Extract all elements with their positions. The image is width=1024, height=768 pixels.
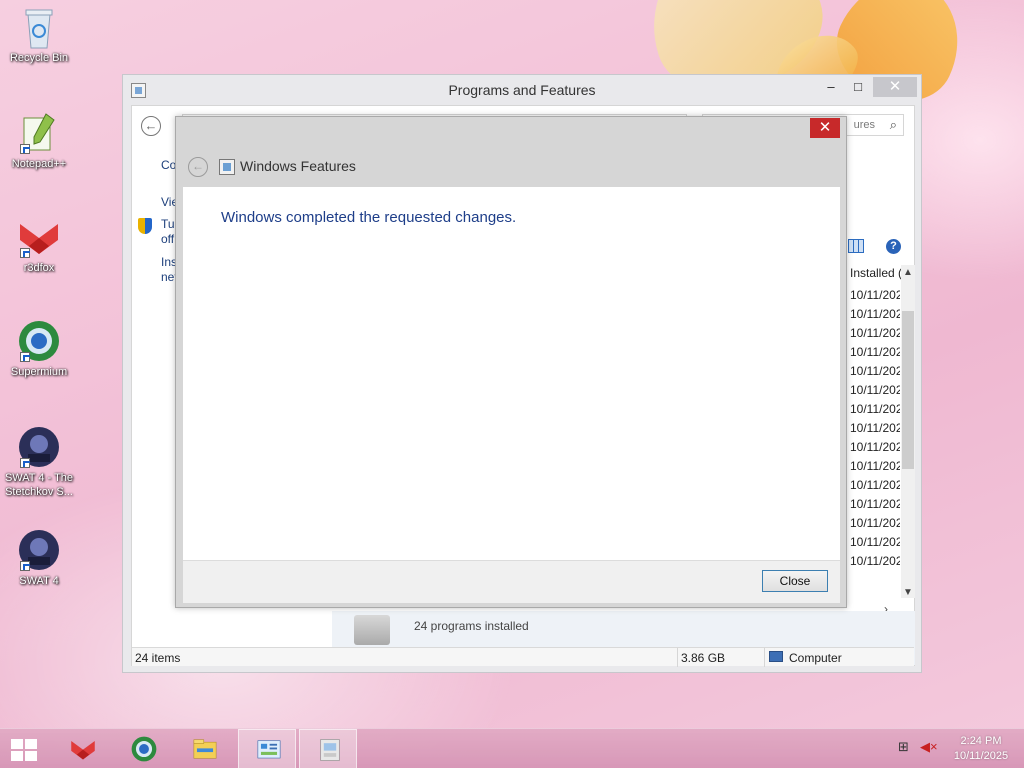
installed-on-cell[interactable]: 10/11/2025 — [850, 400, 900, 419]
programs-installed-count: 24 programs installed — [414, 619, 529, 633]
installed-on-cell[interactable]: 10/11/2025 — [850, 419, 900, 438]
close-dialog-button[interactable]: Close — [762, 570, 828, 592]
shield-icon — [138, 218, 152, 234]
taskbar-clock[interactable]: 2:24 PM 10/11/2025 — [944, 734, 1018, 764]
installed-on-cell[interactable]: 10/11/2025 — [850, 305, 900, 324]
desktop-icon-supermium[interactable]: Supermium — [0, 320, 78, 379]
status-item-count: 24 items — [135, 651, 181, 665]
close-button[interactable]: ✕ — [873, 77, 917, 97]
search-icon: ⌕ — [889, 117, 897, 132]
swat4-icon — [18, 426, 60, 468]
windows-features-icon — [219, 159, 235, 175]
installed-on-cell[interactable]: 10/11/2025 — [850, 533, 900, 552]
window-titlebar[interactable]: Programs and Features – □ ✕ — [123, 75, 921, 105]
taskbar-control-panel[interactable] — [238, 729, 296, 768]
start-button[interactable] — [0, 729, 58, 768]
dialog-footer: Close — [183, 560, 840, 603]
desktop-icon-r3dfox[interactable]: r3dfox — [0, 216, 78, 275]
r3dfox-icon — [71, 740, 95, 760]
clock-time: 2:24 PM — [960, 735, 1002, 747]
back-arrow-icon[interactable]: ← — [141, 116, 161, 136]
supermium-icon — [18, 320, 60, 362]
maximize-button[interactable]: □ — [845, 77, 871, 97]
column-header-installed-on[interactable]: Installed ( — [850, 266, 902, 280]
installed-on-column: 10/11/202510/11/202510/11/202510/11/2025… — [850, 286, 900, 571]
change-view-icon[interactable] — [848, 239, 864, 253]
back-arrow-icon[interactable]: ← — [188, 157, 208, 177]
sidebar-link-turn-features-2[interactable]: off — [161, 232, 174, 246]
desktop-icon-recycle-bin[interactable]: Recycle Bin — [0, 6, 78, 65]
swat4-icon — [18, 529, 60, 571]
clock-date: 10/11/2025 — [953, 750, 1009, 762]
control-panel-icon — [257, 740, 281, 759]
installed-on-cell[interactable]: 10/11/2025 — [850, 343, 900, 362]
installed-on-cell[interactable]: 10/11/2025 — [850, 476, 900, 495]
help-icon[interactable]: ? — [886, 239, 901, 254]
status-size: 3.86 GB — [681, 651, 726, 665]
programs-box-icon — [354, 615, 390, 645]
scrollbar-thumb[interactable] — [902, 311, 914, 469]
network-icon[interactable]: ⊞ — [898, 739, 909, 755]
vertical-scrollbar[interactable]: ▲ ▼ — [901, 265, 915, 598]
minimize-button[interactable]: – — [819, 77, 843, 97]
computer-icon — [769, 651, 783, 662]
recycle-bin-icon — [18, 6, 60, 49]
windows-features-dialog: ✕ ← Windows Features Windows completed t… — [175, 116, 847, 608]
file-explorer-icon — [193, 739, 217, 759]
installed-on-cell[interactable]: 10/11/2025 — [850, 438, 900, 457]
window-title: Programs and Features — [448, 82, 596, 98]
dialog-content: Windows completed the requested changes. — [183, 187, 840, 560]
completion-message: Windows completed the requested changes. — [221, 209, 517, 226]
desktop-icon-notepad-plus-plus[interactable]: Notepad++ — [0, 112, 78, 171]
taskbar-supermium[interactable] — [114, 729, 172, 768]
installed-on-cell[interactable]: 10/11/2025 — [850, 552, 900, 571]
installed-on-cell[interactable]: 10/11/2025 — [850, 457, 900, 476]
start-icon — [11, 739, 37, 761]
status-location: Computer — [789, 651, 842, 665]
installed-on-cell[interactable]: 10/11/2025 — [850, 381, 900, 400]
installed-on-cell[interactable]: 10/11/2025 — [850, 514, 900, 533]
dialog-title: Windows Features — [240, 158, 356, 174]
taskbar-r3dfox[interactable] — [53, 729, 111, 768]
scroll-up-icon[interactable]: ▲ — [901, 267, 915, 278]
scroll-down-icon[interactable]: ▼ — [901, 587, 915, 598]
taskbar: ⊞ ◀× 2:24 PM 10/11/2025 — [0, 728, 1024, 768]
volume-muted-icon[interactable]: ◀× — [920, 739, 938, 755]
status-bar: 24 items 3.86 GB Computer — [132, 647, 914, 667]
taskbar-file-explorer[interactable] — [175, 729, 233, 768]
programs-features-icon — [320, 739, 340, 761]
desktop-icon-swat4-stetchkov[interactable]: SWAT 4 - The Stetchkov S... — [0, 426, 78, 499]
installed-on-cell[interactable]: 10/11/2025 — [850, 362, 900, 381]
taskbar-programs-and-features[interactable] — [299, 729, 357, 768]
r3dfox-icon — [18, 216, 60, 258]
desktop-icon-swat4[interactable]: SWAT 4 — [0, 529, 78, 588]
notepad-plus-plus-icon — [18, 112, 60, 154]
supermium-icon — [131, 736, 157, 762]
installed-on-cell[interactable]: 10/11/2025 — [850, 286, 900, 305]
dialog-close-button[interactable]: ✕ — [810, 118, 840, 138]
installed-on-cell[interactable]: 10/11/2025 — [850, 324, 900, 343]
installed-on-cell[interactable]: 10/11/2025 — [850, 495, 900, 514]
search-placeholder: ures — [853, 119, 875, 131]
